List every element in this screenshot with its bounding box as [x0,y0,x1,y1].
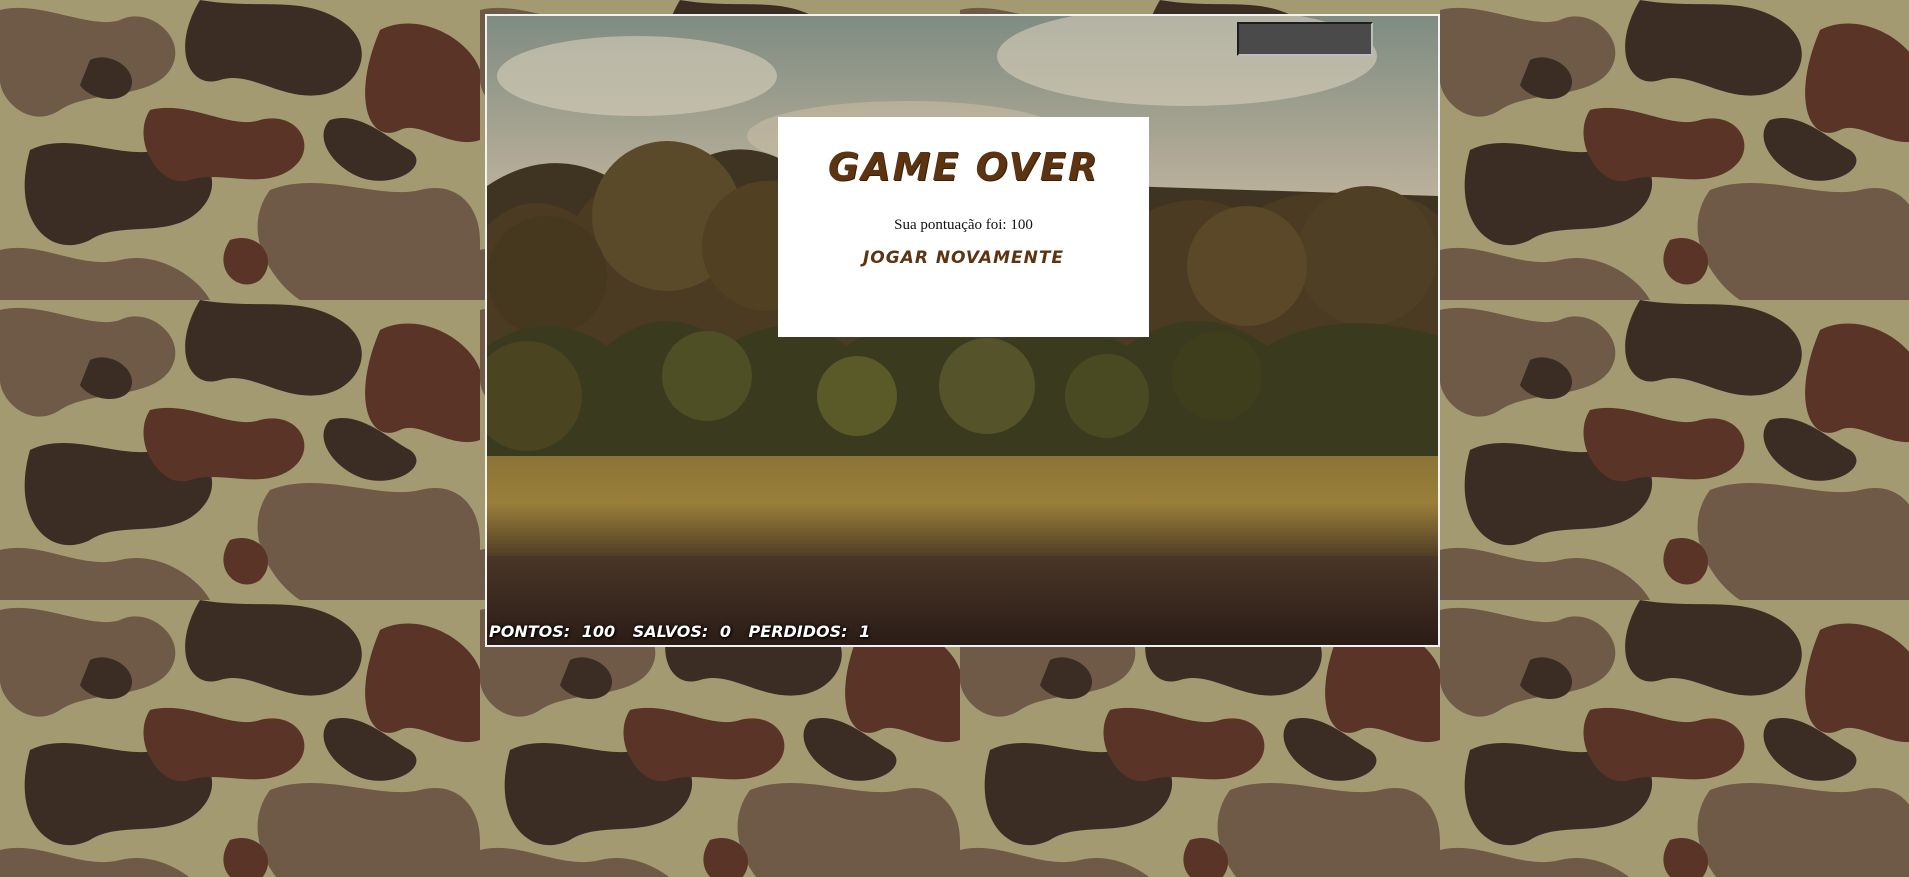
points-label: PONTOS: [489,622,571,641]
game-screen: GAME OVER Sua pontuação foi: 100 JOGAR N… [485,14,1440,647]
saved-value: 0 [719,622,731,641]
game-over-title: GAME OVER [827,145,1100,189]
score-hud: PONTOS: 100 SALVOS: 0 PERDIDOS: 1 [489,622,882,641]
play-again-button[interactable]: JOGAR NOVAMENTE [863,248,1064,268]
energy-bar [1237,22,1373,56]
points-value: 100 [581,622,616,641]
lost-display: PERDIDOS: 1 [749,622,877,641]
saved-display: SALVOS: 0 [633,622,737,641]
game-over-panel: GAME OVER Sua pontuação foi: 100 JOGAR N… [778,117,1149,337]
points-display: PONTOS: 100 [489,622,621,641]
final-score-text: Sua pontuação foi: 100 [894,217,1033,233]
saved-label: SALVOS: [632,622,709,641]
lost-value: 1 [859,622,871,641]
lost-label: PERDIDOS: [748,622,848,641]
